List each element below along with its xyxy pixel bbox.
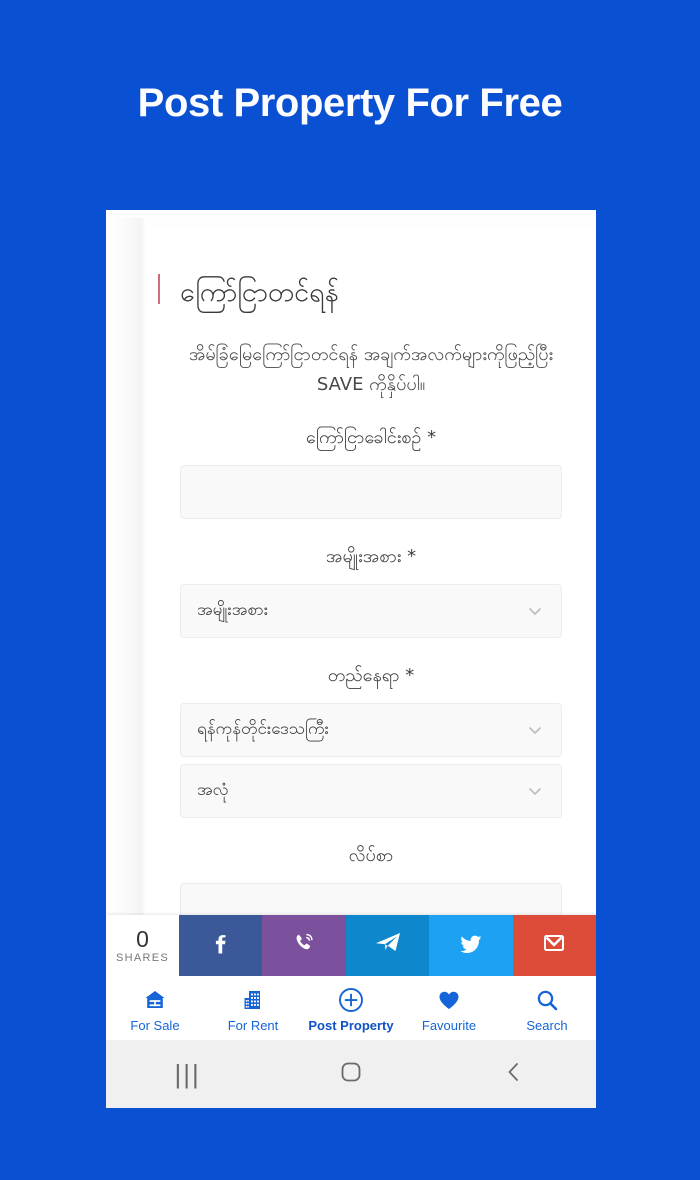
township-select[interactable]: အလုံ — [180, 764, 562, 818]
share-gmail-button[interactable] — [512, 915, 596, 976]
building-icon — [241, 987, 265, 1013]
form-heading-row: ကြော်ငြာတင်ရန် — [158, 270, 562, 316]
property-type-select[interactable]: အမျိုးအစား — [180, 584, 562, 638]
heart-icon — [437, 987, 461, 1013]
home-icon — [143, 987, 167, 1013]
gmail-icon — [539, 928, 569, 963]
chevron-down-icon — [527, 722, 543, 738]
post-property-form: ကြော်ငြာတင်ရန် အိမ်ခြံမြေကြော်ငြာတင်ရန် … — [146, 228, 596, 937]
share-count-label: SHARES — [115, 952, 170, 964]
property-type-label: အမျိုးအစား * — [325, 546, 417, 567]
android-system-bar: ||| — [106, 1040, 596, 1108]
nav-item-for-sale[interactable]: For Sale — [106, 976, 204, 1040]
form-description: အိမ်ခြံမြေကြော်ငြာတင်ရန် အချက်အလက်များကိ… — [188, 344, 554, 395]
home-button[interactable] — [269, 1060, 432, 1089]
page-title: Post Property For Free — [137, 81, 563, 125]
region-value: ရန်ကုန်တိုင်းဒေသကြီး — [197, 718, 329, 739]
chevron-left-icon — [502, 1060, 526, 1089]
phone-frame: ကြော်ငြာတင်ရန် အိမ်ခြံမြေကြော်ငြာတင်ရန် … — [106, 210, 596, 1108]
search-icon — [535, 987, 559, 1013]
page-top-sliver — [106, 210, 596, 228]
property-type-value: အမျိုးအစား — [197, 599, 269, 620]
plus-circle-icon — [338, 987, 364, 1013]
telegram-icon — [371, 926, 405, 965]
chevron-down-icon — [527, 783, 543, 799]
address-label: လိပ်စာ — [348, 845, 394, 866]
location-label: တည်နေရာ * — [327, 665, 415, 686]
share-telegram-button[interactable] — [345, 915, 430, 976]
recents-button[interactable]: ||| — [106, 1059, 269, 1090]
ad-title-label: ကြော်ငြာခေါင်းစဉ် * — [305, 427, 437, 448]
nav-item-favourite[interactable]: Favourite — [400, 976, 498, 1040]
nav-label: Post Property — [308, 1018, 394, 1033]
viber-icon — [288, 927, 320, 964]
nav-label: For Sale — [130, 1018, 180, 1033]
form-heading: ကြော်ငြာတင်ရန် — [180, 277, 339, 308]
share-count-number: 0 — [136, 926, 149, 952]
share-viber-button[interactable] — [262, 915, 346, 976]
nav-item-for-rent[interactable]: For Rent — [204, 976, 302, 1040]
twitter-icon — [455, 927, 487, 964]
share-bar: 0 SHARES — [106, 915, 596, 976]
region-select[interactable]: ရန်ကုန်တိုင်းဒေသကြီး — [180, 703, 562, 757]
nav-label: Search — [526, 1018, 568, 1033]
township-value: အလုံ — [197, 779, 229, 800]
nav-item-post-property[interactable]: Post Property — [302, 976, 400, 1040]
facebook-icon — [205, 927, 237, 964]
heading-accent-bar — [158, 274, 160, 304]
nav-label: Favourite — [421, 1018, 477, 1033]
share-twitter-button[interactable] — [429, 915, 513, 976]
nav-label: For Rent — [227, 1018, 279, 1033]
ad-title-input[interactable] — [180, 465, 562, 519]
share-count: 0 SHARES — [106, 915, 179, 976]
home-square-icon — [339, 1060, 363, 1089]
back-button[interactable] — [433, 1060, 596, 1089]
share-facebook-button[interactable] — [179, 915, 263, 976]
page-left-gutter — [106, 218, 146, 918]
bottom-nav: For Sale For Rent Post Property Favourit… — [106, 976, 596, 1040]
chevron-down-icon — [527, 603, 543, 619]
nav-item-search[interactable]: Search — [498, 976, 596, 1040]
